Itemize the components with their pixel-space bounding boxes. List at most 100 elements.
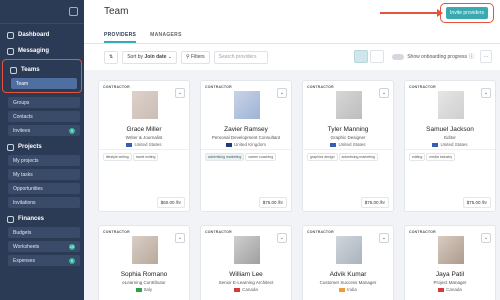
provider-country: Canada: [405, 287, 495, 292]
provider-card[interactable]: CONTRACTOR ⌄ Zavier Ramsey Personal Deve…: [200, 80, 292, 212]
flag-icon: [126, 142, 133, 147]
sidebar-item-invitations[interactable]: Invitations: [8, 197, 80, 208]
contractor-tag: CONTRACTOR: [409, 85, 436, 89]
provider-country: Italy: [99, 287, 189, 292]
sidebar-item-contacts[interactable]: Contacts: [8, 111, 80, 122]
contractor-tag: CONTRACTOR: [307, 230, 334, 234]
expenses-badge: 6: [69, 257, 75, 264]
sidebar-item-projects[interactable]: Projects: [0, 139, 84, 155]
onboarding-label: Show onboarding progress: [407, 53, 467, 60]
collapse-sidebar-icon[interactable]: [69, 7, 78, 16]
dashboard-icon: [7, 31, 14, 39]
chevron-down-icon[interactable]: ⌄: [481, 88, 491, 98]
worksheets-badge: 10: [69, 243, 75, 250]
provider-role: Graphic Designer: [330, 135, 366, 140]
invite-providers-button[interactable]: Invite providers: [446, 7, 488, 19]
provider-card[interactable]: CONTRACTOR ⌄ Sophia Romano eLearning Con…: [98, 225, 190, 300]
search-input[interactable]: Search providers: [213, 50, 268, 64]
info-icon: ⓘ: [468, 54, 474, 60]
tab-managers[interactable]: MANAGERS: [150, 26, 182, 43]
sort-order-button[interactable]: ⇅: [104, 50, 119, 64]
sidebar-item-dashboard[interactable]: Dashboard: [0, 27, 84, 43]
sidebar-header: [0, 0, 84, 24]
filter-icon: ⚲: [185, 54, 190, 60]
provider-name: Advik Kumar: [329, 271, 367, 278]
chevron-down-icon: ⌄: [167, 54, 172, 60]
provider-card[interactable]: CONTRACTOR ⌄ Advik Kumar Customer Succes…: [302, 225, 394, 300]
sort-icon: ⇅: [109, 54, 114, 60]
onboarding-toggle[interactable]: [392, 53, 405, 60]
contractor-tag: CONTRACTOR: [205, 85, 232, 89]
skill-chip: travel writing: [132, 153, 159, 161]
tab-providers[interactable]: PROVIDERS: [104, 26, 137, 43]
sidebar-item-my-tasks[interactable]: My tasks: [8, 169, 80, 180]
page-title: Team: [104, 6, 129, 17]
teams-icon: [10, 66, 17, 74]
avatar: [438, 91, 464, 119]
provider-country: United States: [303, 142, 393, 147]
chevron-down-icon[interactable]: ⌄: [379, 233, 389, 243]
right-tools: Show onboarding progress ⓘ ⋯: [354, 50, 492, 63]
sidebar-item-invitees[interactable]: Invitees 9: [8, 125, 80, 136]
divider: [201, 149, 291, 150]
provider-name: William Lee: [229, 271, 263, 278]
skill-chip: career coaching: [245, 153, 277, 161]
sidebar-item-team[interactable]: Team: [11, 78, 77, 89]
provider-card[interactable]: CONTRACTOR ⌄ William Lee Senior E-Learni…: [200, 225, 292, 300]
contractor-tag: CONTRACTOR: [103, 230, 130, 234]
finances-icon: [7, 215, 14, 223]
main-content: Team Invite providers PROVIDERS MANAGERS…: [84, 0, 500, 300]
topbar: Team Invite providers: [84, 0, 500, 26]
annotation-arrow: [380, 9, 443, 17]
sidebar-item-messaging[interactable]: Messaging: [0, 43, 84, 59]
rate: $60.00 /hr: [156, 197, 185, 208]
skills: lifestyle writing travel writing: [103, 153, 185, 163]
flag-icon: [135, 287, 142, 292]
flag-icon: [438, 287, 445, 292]
provider-role: Personal Development Consultant: [211, 135, 281, 140]
rate: $75.00 /hr: [462, 197, 491, 208]
chevron-down-icon[interactable]: ⌄: [175, 88, 185, 98]
grid-view-icon[interactable]: [354, 50, 369, 63]
more-options-button[interactable]: ⋯: [480, 50, 492, 63]
provider-role: Writer & Journalist: [125, 135, 163, 140]
flag-icon: [225, 142, 232, 147]
sidebar-item-expenses[interactable]: Expenses 6: [8, 255, 80, 266]
chevron-down-icon[interactable]: ⌄: [379, 88, 389, 98]
chevron-down-icon[interactable]: ⌄: [481, 233, 491, 243]
provider-card[interactable]: CONTRACTOR ⌄ Samuel Jackson Editor Unite…: [404, 80, 496, 212]
teams-section-highlight: Teams Team: [2, 59, 82, 93]
sidebar-item-teams[interactable]: Teams: [3, 62, 81, 78]
sort-dropdown[interactable]: Sort by Join date ⌄: [122, 50, 177, 64]
sidebar-item-opportunities[interactable]: Opportunities: [8, 183, 80, 194]
filters-button[interactable]: ⚲ Filters: [180, 50, 210, 64]
sidebar-item-my-projects[interactable]: My projects: [8, 155, 80, 166]
chevron-down-icon[interactable]: ⌄: [277, 88, 287, 98]
provider-name: Tyler Manning: [327, 126, 369, 133]
contractor-tag: CONTRACTOR: [205, 230, 232, 234]
provider-country: United States: [405, 142, 495, 147]
sidebar: Dashboard Messaging Teams Team Groups Co…: [0, 0, 84, 300]
tabs: PROVIDERS MANAGERS: [84, 26, 500, 44]
provider-name: Samuel Jackson: [426, 126, 474, 133]
divider: [303, 149, 393, 150]
provider-card[interactable]: CONTRACTOR ⌄ Jaya Patil Project Manager …: [404, 225, 496, 300]
avatar: [336, 236, 362, 264]
avatar: [438, 236, 464, 264]
sidebar-item-budgets[interactable]: Budgets: [8, 227, 80, 238]
divider: [99, 149, 189, 150]
skill-chip: graphics design: [307, 153, 338, 161]
sidebar-item-groups[interactable]: Groups: [8, 97, 80, 108]
provider-card[interactable]: CONTRACTOR ⌄ Tyler Manning Graphic Desig…: [302, 80, 394, 212]
provider-card[interactable]: CONTRACTOR ⌄ Grace Miller Writer & Journ…: [98, 80, 190, 212]
flag-icon: [432, 142, 439, 147]
sidebar-item-finances[interactable]: Finances: [0, 211, 84, 227]
sidebar-item-worksheets[interactable]: Worksheets 10: [8, 241, 80, 252]
provider-role: Editor: [444, 135, 456, 140]
chevron-down-icon[interactable]: ⌄: [175, 233, 185, 243]
flag-icon: [330, 142, 337, 147]
list-view-icon[interactable]: [370, 50, 385, 63]
provider-name: Grace Miller: [126, 126, 162, 133]
provider-role: eLearning Contributor: [122, 280, 166, 285]
chevron-down-icon[interactable]: ⌄: [277, 233, 287, 243]
